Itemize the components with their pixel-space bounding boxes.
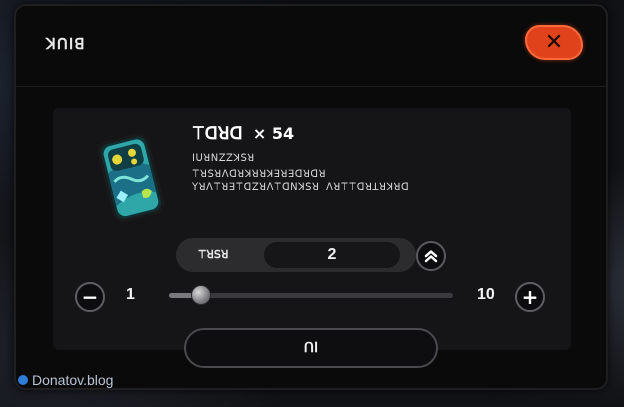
quantity-slider-track[interactable]: [169, 293, 453, 298]
dialog-title: ꓘꓵꓲꓭ: [46, 35, 86, 53]
watermark-dot-icon: [18, 375, 28, 385]
max-quantity-button[interactable]: [416, 241, 446, 271]
item-name: ꔋꓷꓤꓷ × 54: [192, 124, 294, 144]
item-owned-count: × 54: [252, 124, 295, 143]
quantity-value[interactable]: 2: [264, 242, 400, 268]
slider-max-label: 10: [477, 286, 495, 303]
quantity-label: ꔋꓤꓢꓤ: [198, 248, 229, 261]
item-description-line: ꓲꓴꓤꓠꓜꓜꓘꓢꓤ: [192, 153, 255, 164]
double-chevron-up-icon: [424, 250, 438, 263]
slider-min-label: 1: [126, 286, 135, 303]
increase-button[interactable]: +: [515, 282, 545, 312]
minus-icon: −: [81, 285, 99, 309]
decrease-button[interactable]: −: [75, 282, 105, 312]
close-icon: ✕: [544, 29, 564, 55]
close-button[interactable]: ✕: [525, 25, 583, 60]
quantity-slider-thumb[interactable]: [190, 285, 211, 305]
header-divider: [16, 86, 606, 87]
plus-icon: +: [521, 285, 539, 309]
item-name-text: ꔋꓷꓤꓷ: [192, 124, 243, 144]
watermark: Donatov.blog: [18, 372, 113, 388]
item-description-line: ꔋꓤꓢꓤꓥꓷꓤꓘꓤꓤꓘꓱꓤꓱꓷꓤꓷꓤ: [192, 169, 327, 180]
item-description-line: ꓬꓤꓥꔋꓤꓱꔋꓷꓜꓤꓥꔋꓷꓠꓘꓢꓤ ꓥꓤꔋꔋꓷꓤꓕꓤꓘꓤꓷ: [192, 182, 410, 193]
ticket-dice-icon: [97, 133, 165, 222]
watermark-text: Donatov.blog: [32, 372, 114, 388]
confirm-button[interactable]: ꓵꓲ: [184, 328, 438, 368]
